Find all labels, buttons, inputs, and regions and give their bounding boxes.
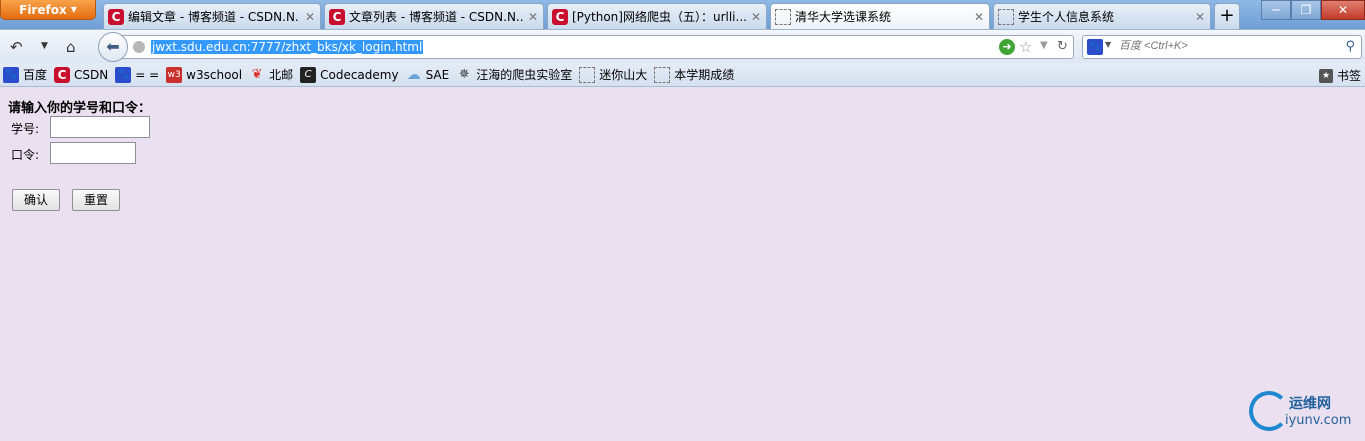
cloud-icon: ☁ [406,66,421,83]
back-button[interactable]: ⬅ [98,32,128,62]
bookmark-crawler-lab[interactable]: ✵ 汪海的爬虫实验室 [456,66,572,83]
csdn-icon: C [329,8,345,25]
new-tab-button[interactable]: + [1214,3,1240,29]
close-icon[interactable]: ✕ [973,10,985,24]
bookmark-mini-sdu[interactable]: 迷你山大 [579,66,647,83]
url-bar[interactable]: jwxt.sdu.edu.cn:7777/zhxt_bks/xk_login.h… [118,35,1074,59]
watermark-logo-icon [1249,391,1289,431]
tab-label: 编辑文章 - 博客频道 - CSDN.N... [128,10,300,24]
close-icon[interactable]: ✕ [750,10,762,24]
bookmark-label: 百度 [23,68,48,82]
student-id-input[interactable] [50,116,150,138]
bookmark-label: 本学期成绩 [674,68,735,82]
bookmark-label: SAE [425,67,450,82]
history-dropdown-icon[interactable]: ▼ [1040,40,1048,51]
bookmark-sae[interactable]: ☁ SAE [406,67,450,83]
chevron-down-icon[interactable]: ▼ [1105,40,1111,49]
confirm-button[interactable]: 确认 [12,189,60,211]
globe-icon [133,41,145,53]
page-content: 请输入你的学号和口令： 学号: 口令: 确认 重置 运维网 iyunv.com [0,88,1365,441]
reset-button[interactable]: 重置 [72,189,120,211]
tab-label: 文章列表 - 博客频道 - CSDN.N... [349,10,523,24]
paw-icon: 🐾 [3,66,19,83]
tab-course-system[interactable]: 清华大学选课系统 ✕ [770,3,990,29]
bookmark-label: 迷你山大 [599,68,648,82]
bookmark-baidu[interactable]: 🐾 百度 [3,66,47,83]
chevron-down-icon[interactable]: ▼ [41,41,48,51]
bookmark-grades[interactable]: 本学期成绩 [654,66,734,83]
w3school-icon: w3 [166,66,183,83]
bookmark-csdn[interactable]: C CSDN [54,66,109,83]
bookmark-star-icon[interactable]: ☆ [1019,38,1032,56]
blank-page-icon [579,66,596,83]
bookmark-label: w3school [186,67,243,82]
bookmark-label: Codecademy [320,67,399,82]
tab-label: 学生个人信息系统 [1018,10,1115,24]
csdn-icon: C [552,8,568,25]
close-icon[interactable]: ✕ [527,10,539,24]
search-input[interactable] [1119,40,1339,52]
tab-csdn-edit[interactable]: C 编辑文章 - 博客频道 - CSDN.N... ✕ [103,3,321,29]
bookmarks-toolbar: 🐾 百度 C CSDN 🐾 = = w3 w3school ❦ 北邮 C Cod… [0,63,1365,87]
login-prompt: 请输入你的学号和口令： [8,101,152,116]
blank-page-icon [654,66,671,83]
reload-icon[interactable]: ↻ [1057,39,1068,54]
paw-icon[interactable]: 🐾 [1087,39,1103,55]
bookmarks-menu-button[interactable]: ★ 书签 [1318,67,1361,84]
bookmark-codecademy[interactable]: C Codecademy [300,66,399,83]
minimize-button[interactable]: ─ [1261,0,1291,20]
close-window-button[interactable]: ✕ [1321,0,1365,20]
close-icon[interactable]: ✕ [1194,10,1206,24]
tab-csdn-list[interactable]: C 文章列表 - 博客频道 - CSDN.N... ✕ [324,3,544,29]
tab-python-crawler[interactable]: C [Python]网络爬虫（五）：urlli... ✕ [547,3,767,29]
bookmark-label: CSDN [74,67,109,82]
tab-student-info[interactable]: 学生个人信息系统 ✕ [993,3,1211,29]
codecademy-icon: C [300,66,317,83]
search-bar[interactable]: 🐾 ▼ ⚲ [1082,35,1362,59]
undo-close-tab-icon[interactable]: ↶ [10,38,23,56]
watermark-en: iyunv.com [1285,413,1352,428]
go-arrow-icon[interactable]: ➜ [999,39,1015,55]
bookmarks-menu-label: 书签 [1336,69,1361,83]
url-text[interactable]: jwxt.sdu.edu.cn:7777/zhxt_bks/xk_login.h… [151,40,424,54]
bupt-icon: ❦ [251,66,263,82]
tab-label: [Python]网络爬虫（五）：urlli... [572,10,746,24]
watermark-cn: 运维网 [1289,396,1331,412]
maximize-button[interactable]: ❐ [1291,0,1321,20]
bookmark-label: 北邮 [269,68,294,82]
bookmarks-star-icon: ★ [1318,68,1333,83]
password-input[interactable] [50,142,136,164]
blank-page-icon [998,8,1014,25]
firefox-menu-label: Firefox [19,2,67,17]
bookmark-equals[interactable]: 🐾 = = [115,66,160,83]
close-icon[interactable]: ✕ [304,10,316,24]
paw-icon: 🐾 [115,66,132,83]
bookmark-w3school[interactable]: w3 w3school [166,66,243,83]
bookmark-label: 汪海的爬虫实验室 [476,68,573,82]
home-icon[interactable]: ⌂ [66,38,76,56]
window-controls: ─ ❐ ✕ [1261,0,1365,20]
bookmark-label: = = [135,67,160,82]
tab-label: 清华大学选课系统 [795,10,892,24]
navigation-toolbar: ↶ ▼ ⌂ jwxt.sdu.edu.cn:7777/zhxt_bks/xk_l… [0,29,1365,63]
student-id-label: 学号: [11,122,40,136]
bookmark-bupt[interactable]: ❦ 北邮 [249,66,293,83]
csdn-icon: C [108,8,124,25]
search-icon[interactable]: ⚲ [1345,39,1355,54]
password-label: 口令: [11,148,40,162]
blank-page-icon [775,8,791,25]
csdn-icon: C [54,66,71,83]
site-watermark: 运维网 iyunv.com [1249,389,1353,433]
chevron-down-icon: ▼ [70,5,77,14]
tab-bar: Firefox ▼ C 编辑文章 - 博客频道 - CSDN.N... ✕ C … [0,0,1365,29]
back-arrow-icon: ⬅ [106,37,120,56]
spider-icon: ✵ [458,66,470,82]
firefox-menu-button[interactable]: Firefox ▼ [0,0,96,20]
